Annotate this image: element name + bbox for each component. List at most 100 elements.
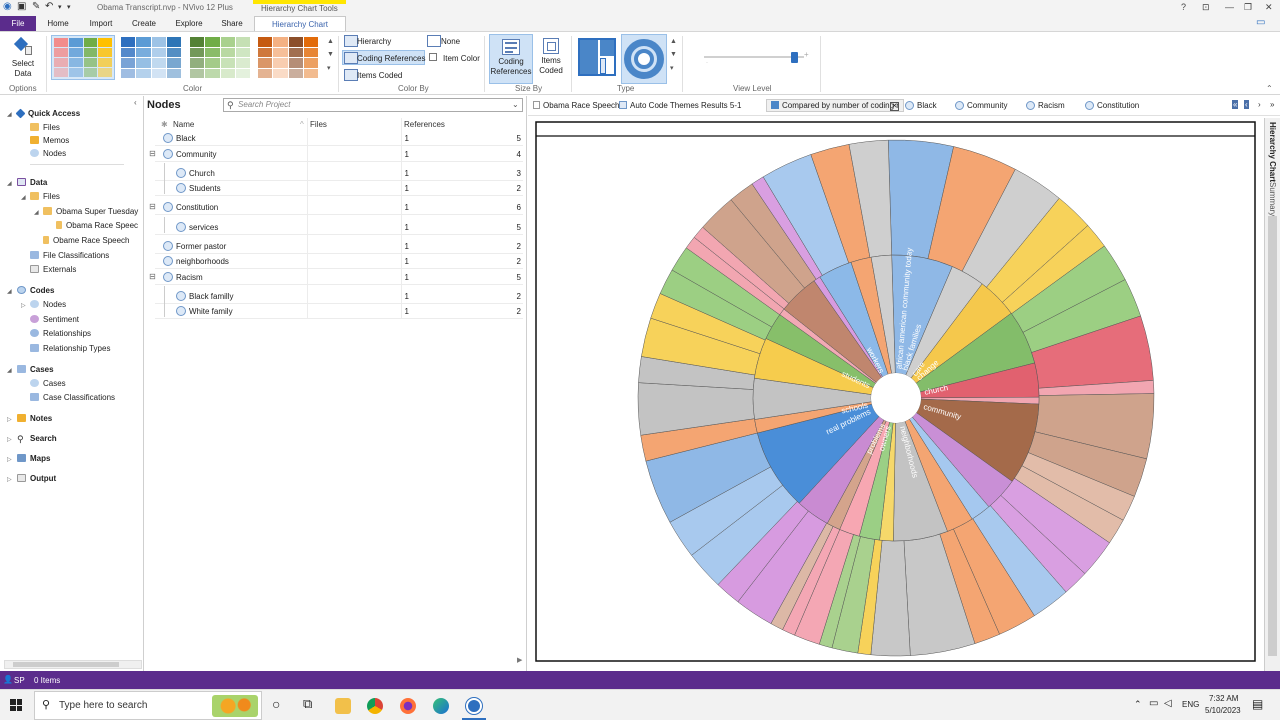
collapse-toggle-icon[interactable]: ⊟	[149, 272, 156, 281]
nav-data[interactable]: Data	[17, 178, 47, 187]
customize-quick-access-icon[interactable]: ▾	[67, 3, 71, 11]
size-by-items-coded-button[interactable]: Items Coded	[536, 34, 566, 84]
nav-obame-race-speech[interactable]: Obame Race Speech	[43, 236, 130, 245]
volume-icon[interactable]: ◁	[1164, 698, 1172, 709]
first-tab-icon[interactable]: «	[1232, 100, 1239, 109]
search-project-input[interactable]: Search Project	[223, 98, 523, 112]
edit-icon[interactable]: ✎	[32, 1, 40, 12]
expand-toggle-icon[interactable]: ▷	[7, 436, 12, 443]
collapse-ribbon-icon[interactable]: ⌃	[1266, 84, 1273, 93]
doctab-constitution[interactable]: Constitution	[1085, 101, 1139, 110]
node-row[interactable]: Black 1 5	[155, 132, 523, 146]
color-palette-option[interactable]	[188, 35, 252, 80]
scrollbar-thumb[interactable]	[13, 662, 119, 667]
gallery-scroll-up-icon[interactable]: ▲	[327, 38, 334, 45]
collapse-toggle-icon[interactable]: ⊟	[149, 149, 156, 158]
last-tab-icon[interactable]: »	[1270, 100, 1274, 109]
scroll-right-icon[interactable]: ▶	[517, 656, 522, 664]
color-by-coding-references[interactable]: Coding References	[357, 54, 425, 63]
help-button[interactable]: ?	[1181, 2, 1186, 12]
nav-case-classifications[interactable]: Case Classifications	[30, 393, 115, 402]
node-row[interactable]: Church 1 3	[155, 163, 523, 181]
nvivo-taskbar-icon[interactable]	[466, 698, 482, 714]
nav-codes[interactable]: Codes	[17, 286, 54, 295]
node-row[interactable]: Students 1 2	[155, 178, 523, 196]
undo-dropdown-icon[interactable]: ▾	[58, 3, 62, 11]
tab-file[interactable]: File	[0, 16, 36, 31]
expand-toggle-icon[interactable]: ◢	[21, 194, 26, 201]
nav-externals[interactable]: Externals	[30, 265, 76, 274]
color-by-items-coded[interactable]: Items Coded	[357, 71, 402, 80]
color-palette-option[interactable]	[119, 35, 183, 80]
node-row[interactable]: ⊟ Racism 1 5	[149, 271, 523, 285]
nav-search[interactable]: ⚲ Search	[17, 434, 57, 444]
chrome-icon[interactable]	[367, 698, 383, 714]
maximize-button[interactable]: ❐	[1244, 2, 1252, 13]
nav-obama-race-speech-child[interactable]: Obama Race Speec	[56, 221, 138, 230]
nav-notes[interactable]: Notes	[17, 414, 52, 423]
type-scroll-up-icon[interactable]: ▲	[670, 38, 677, 45]
save-icon[interactable]: ▣	[17, 1, 26, 12]
item-color-checkbox[interactable]	[429, 53, 437, 61]
tab-share[interactable]: Share	[216, 16, 248, 31]
doctab-black[interactable]: Black	[905, 101, 937, 110]
type-treemap-button[interactable]	[575, 34, 619, 84]
nav-maps[interactable]: Maps	[17, 454, 50, 463]
collapse-nav-icon[interactable]: ‹	[134, 98, 137, 107]
color-by-hierarchy[interactable]: Hierarchy	[357, 37, 391, 46]
nav-qa-memos[interactable]: Memos	[30, 136, 69, 145]
expand-toggle-icon[interactable]: ▷	[21, 302, 26, 309]
node-row[interactable]: ⊟ Community 1 4	[149, 148, 523, 162]
nav-cases-cases[interactable]: Cases	[30, 379, 66, 388]
node-row[interactable]: Former pastor 1 2	[155, 240, 523, 254]
tab-explore[interactable]: Explore	[168, 16, 210, 31]
widgets-icon[interactable]: ⧉	[303, 696, 312, 712]
search-dropdown-icon[interactable]: ⌄	[512, 100, 519, 109]
nav-horizontal-scrollbar[interactable]	[4, 660, 142, 669]
nav-quick-access[interactable]: Quick Access	[15, 108, 80, 119]
windows-start-icon[interactable]	[10, 699, 22, 711]
expand-toggle-icon[interactable]: ◢	[7, 288, 12, 295]
node-row[interactable]: Black familly 1 2	[155, 286, 523, 304]
minimize-button[interactable]: —	[1225, 2, 1234, 12]
nav-sentiment[interactable]: Sentiment	[30, 315, 79, 324]
file-explorer-icon[interactable]	[335, 698, 351, 714]
chart-vertical-scrollbar[interactable]	[1268, 216, 1277, 656]
prev-tab-icon[interactable]: ‹	[1244, 100, 1249, 109]
tab-create[interactable]: Create	[126, 16, 162, 31]
notifications-icon[interactable]: ▤	[1252, 697, 1263, 711]
size-by-coding-references-button[interactable]: Coding References	[489, 34, 533, 84]
expand-toggle-icon[interactable]: ◢	[7, 180, 12, 187]
nav-relationships[interactable]: Relationships	[30, 329, 91, 338]
color-palette-option[interactable]	[256, 35, 320, 80]
side-tab-summary[interactable]: Summary	[1268, 182, 1277, 216]
close-button[interactable]: ✕	[1265, 2, 1273, 13]
color-palette-option[interactable]	[51, 35, 115, 80]
language-indicator[interactable]: ENG	[1182, 700, 1199, 709]
node-row[interactable]: White family 1 2	[155, 301, 523, 319]
collapse-toggle-icon[interactable]: ⊟	[149, 202, 156, 211]
column-header-name[interactable]: Name	[173, 120, 194, 129]
tab-hierarchy-chart[interactable]: Hierarchy Chart	[254, 16, 346, 31]
gallery-more-icon[interactable]: ▾	[327, 64, 331, 72]
doctab-community[interactable]: Community	[955, 101, 1007, 110]
tab-import[interactable]: Import	[82, 16, 120, 31]
clock-time[interactable]: 7:32 AM	[1209, 694, 1238, 703]
undo-icon[interactable]: ↶	[45, 1, 53, 12]
view-level-slider-track[interactable]	[704, 56, 804, 58]
nav-qa-files[interactable]: Files	[30, 123, 60, 132]
nav-qa-nodes[interactable]: Nodes	[30, 149, 66, 158]
nav-output[interactable]: Output	[17, 474, 56, 483]
doctab-compared-by-coding[interactable]: Compared by number of coding r	[766, 99, 904, 112]
tab-home[interactable]: Home	[40, 16, 76, 31]
comment-icon[interactable]: ▭	[1256, 17, 1265, 28]
clock-date[interactable]: 5/10/2023	[1205, 706, 1241, 715]
expand-toggle-icon[interactable]: ◢	[34, 209, 39, 216]
tray-overflow-icon[interactable]: ⌃	[1134, 699, 1142, 710]
view-level-slider-thumb[interactable]	[791, 52, 798, 63]
task-view-icon[interactable]: ○	[272, 696, 280, 712]
ribbon-display-button[interactable]: ⊡	[1202, 2, 1210, 13]
close-tab-icon[interactable]: ✕	[890, 102, 899, 111]
doctab-auto-code-themes[interactable]: Auto Code Themes Results 5-1	[619, 101, 741, 110]
nav-cases[interactable]: Cases	[17, 365, 54, 374]
